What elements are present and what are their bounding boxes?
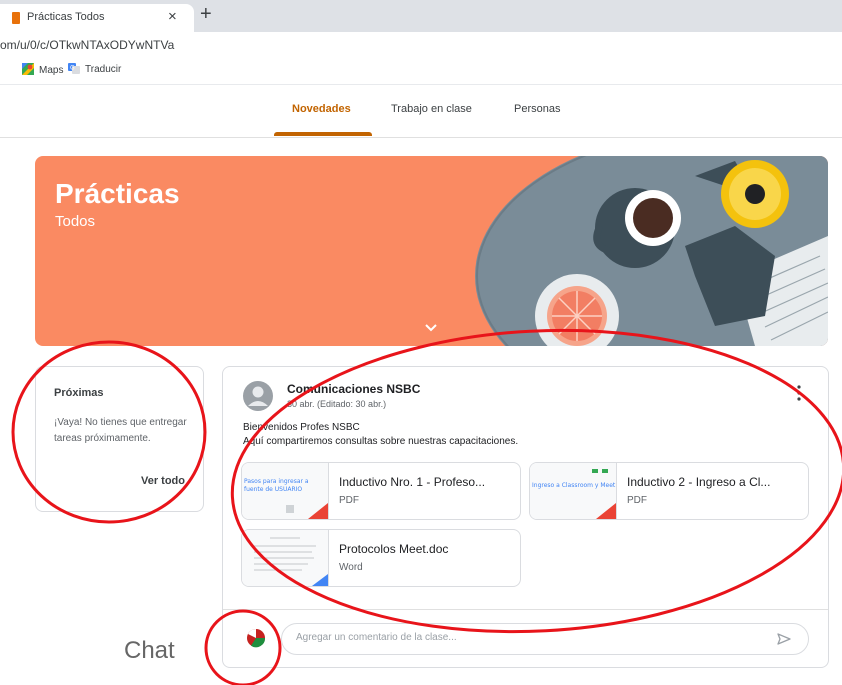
attachment-card[interactable]: Pasos para ingresar a fuente de USUARIO … bbox=[241, 462, 521, 520]
new-tab-button[interactable]: + bbox=[200, 4, 212, 24]
classroom-favicon-icon bbox=[12, 12, 20, 24]
bookmarks-bar: Maps G Traducir bbox=[0, 58, 842, 85]
send-icon[interactable] bbox=[776, 631, 792, 647]
post-text-line: Bienvenidos Profes NSBC bbox=[243, 422, 360, 433]
svg-text:Pasos para ingresar a: Pasos para ingresar a bbox=[244, 478, 309, 485]
class-title: Prácticas bbox=[55, 178, 180, 209]
svg-text:fuente de USUARIO: fuente de USUARIO bbox=[244, 486, 302, 493]
attachment-card[interactable]: Protocolos Meet.doc Word bbox=[241, 529, 521, 587]
class-section: Todos bbox=[55, 213, 96, 230]
browser-tab-strip: Prácticas Todos × + bbox=[0, 0, 842, 32]
bookmark-label: Maps bbox=[39, 65, 64, 76]
avatar bbox=[243, 381, 273, 411]
bookmark-label: Traducir bbox=[85, 64, 122, 75]
class-banner: Prácticas Todos bbox=[35, 156, 828, 346]
attachment-type: Word bbox=[339, 562, 363, 573]
attachment-thumbnail: Pasos para ingresar a fuente de USUARIO bbox=[242, 463, 329, 519]
attachment-thumbnail bbox=[242, 530, 329, 586]
attachment-name: Inductivo 2 - Ingreso a Cl... bbox=[627, 475, 771, 489]
attachment-card[interactable]: Ingreso a Classroom y Meet Inductivo 2 -… bbox=[529, 462, 809, 520]
class-navigation: Novedades Trabajo en clase Personas bbox=[0, 85, 842, 138]
tab-personas[interactable]: Personas bbox=[514, 103, 560, 115]
tab-novedades[interactable]: Novedades bbox=[292, 103, 351, 115]
svg-text:G: G bbox=[70, 65, 75, 72]
comment-input[interactable] bbox=[294, 631, 758, 644]
bookmark-traducir[interactable]: G Traducir bbox=[68, 63, 121, 75]
chevron-down-icon[interactable] bbox=[423, 320, 439, 336]
upcoming-title: Próximas bbox=[54, 387, 104, 399]
divider bbox=[223, 609, 828, 610]
attachment-type: PDF bbox=[627, 495, 647, 506]
more-vert-icon[interactable] bbox=[797, 385, 801, 401]
view-all-link[interactable]: Ver todo bbox=[141, 475, 185, 487]
upcoming-message: ¡Vaya! No tienes que entregar tareas pró… bbox=[54, 417, 187, 444]
bookmark-maps[interactable]: Maps bbox=[22, 63, 63, 76]
tab-title: Prácticas Todos bbox=[27, 11, 105, 23]
attachment-type: PDF bbox=[339, 495, 359, 506]
upcoming-card: Próximas ¡Vaya! No tienes que entregar t… bbox=[35, 366, 204, 512]
post-text-line: Aquí compartiremos consultas sobre nuest… bbox=[243, 436, 519, 447]
post-date: 30 abr. (Editado: 30 abr.) bbox=[287, 399, 387, 409]
attachment-name: Protocolos Meet.doc bbox=[339, 542, 449, 556]
svg-text:Ingreso a Classroom y Meet: Ingreso a Classroom y Meet bbox=[532, 482, 616, 489]
post-author: Comunicaciones NSBC bbox=[287, 382, 421, 396]
active-tab-indicator bbox=[274, 132, 372, 136]
browser-tab[interactable]: Prácticas Todos × bbox=[0, 4, 194, 32]
url-text[interactable]: om/u/0/c/OTkwNTAxODYwNTVa bbox=[0, 38, 174, 52]
tab-close-icon[interactable]: × bbox=[168, 8, 177, 25]
stream-post: Comunicaciones NSBC 30 abr. (Editado: 30… bbox=[222, 366, 829, 668]
maps-icon bbox=[22, 63, 34, 75]
attachment-thumbnail: Ingreso a Classroom y Meet bbox=[530, 463, 617, 519]
address-bar[interactable]: om/u/0/c/OTkwNTAxODYwNTVa bbox=[0, 32, 842, 58]
tab-trabajo-en-clase[interactable]: Trabajo en clase bbox=[391, 103, 472, 115]
attachment-name: Inductivo Nro. 1 - Profeso... bbox=[339, 475, 486, 489]
comment-field[interactable] bbox=[281, 623, 809, 655]
translate-icon: G bbox=[68, 63, 80, 74]
user-avatar-icon bbox=[247, 629, 266, 648]
chat-annotation-label: Chat bbox=[124, 637, 175, 664]
